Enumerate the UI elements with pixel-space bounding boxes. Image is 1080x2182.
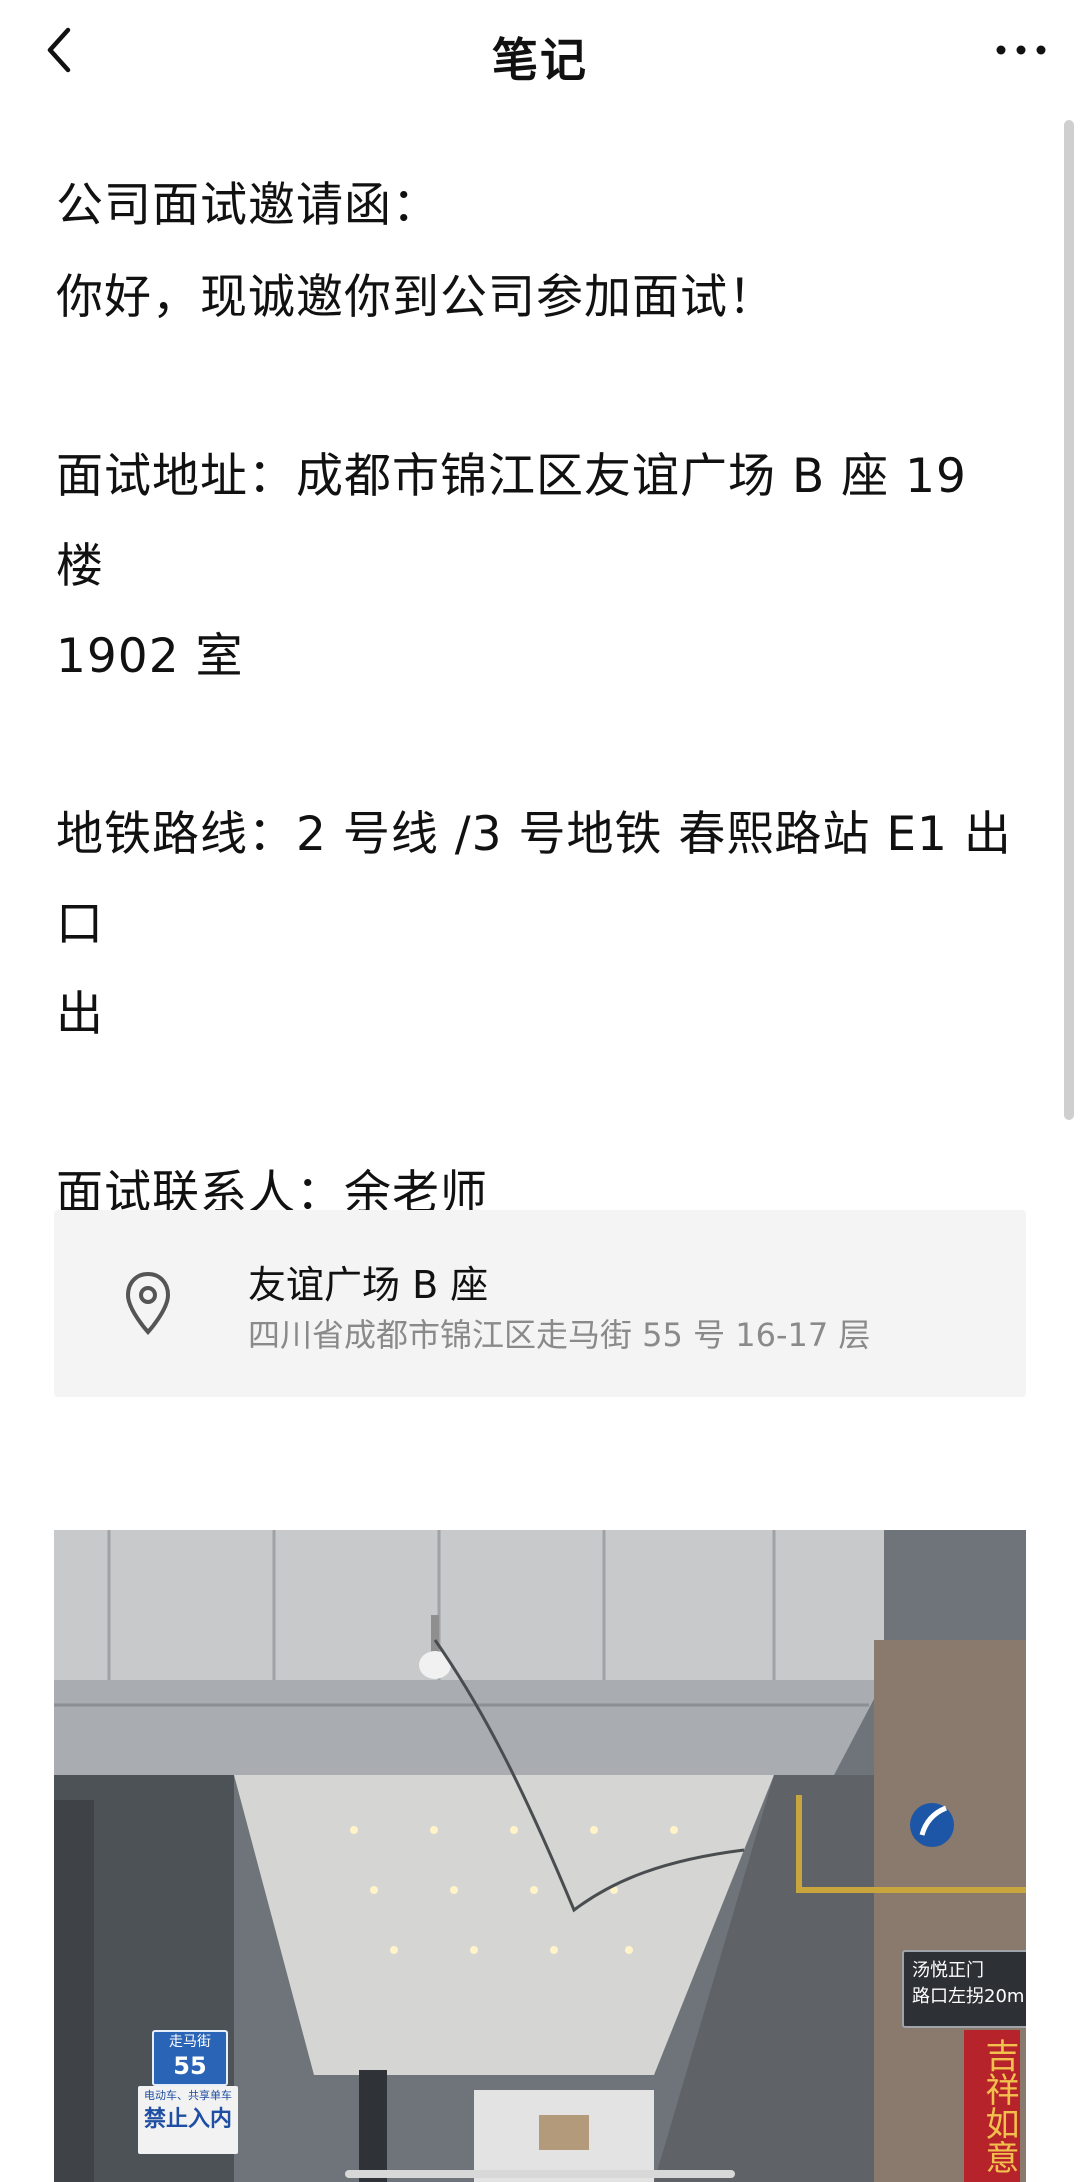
no-entry-title: 禁止入内 [143, 2107, 232, 2132]
page-title: 笔记 [492, 33, 588, 87]
street-name-text: 走马街 [169, 2034, 211, 2050]
no-entry-sign: 电动车、共享单车 禁止入内 [138, 2086, 238, 2154]
direction-sign-line1: 汤悦正门 [912, 1960, 984, 1981]
location-address: 四川省成都市锦江区走马街 55 号 16-17 层 [248, 1316, 871, 1354]
interview-address-room: 1902 室 [56, 629, 244, 684]
metro-route-continued: 出 [56, 987, 104, 1042]
location-card[interactable]: 友谊广场 B 座 四川省成都市锦江区走马街 55 号 16-17 层 [54, 1210, 1026, 1397]
location-name: 友谊广场 B 座 [248, 1263, 489, 1307]
more-button[interactable] [986, 24, 1056, 80]
invite-heading: 公司面试邀请函： [56, 178, 440, 233]
more-horizontal-icon [991, 40, 1051, 64]
interview-address-line: 面试地址：成都市锦江区友谊广场 B 座 19 楼 [56, 449, 967, 594]
top-navigation-bar: 笔记 [0, 0, 1080, 110]
vertical-scrollbar[interactable] [1064, 120, 1074, 1120]
home-indicator[interactable] [345, 2170, 735, 2178]
no-entry-subtitle: 电动车、共享单车 [144, 2089, 232, 2102]
street-number-text: 55 [173, 2052, 207, 2080]
red-banner: 吉祥如意 [964, 2030, 1020, 2182]
location-pin-icon [120, 1268, 176, 1340]
metro-route-line: 地铁路线：2 号线 /3 号地铁 春熙路站 E1 出口 [56, 807, 1012, 952]
building-entrance-photo[interactable]: 走马街 55 电动车、共享单车 禁止入内 汤悦正门 路口左拐20m 吉祥如意 [54, 1530, 1026, 2182]
greeting-line: 你好，现诚邀你到公司参加面试！ [56, 270, 776, 325]
street-number-sign: 走马街 55 [152, 2030, 228, 2086]
note-page: 笔记 公司面试邀请函： 你好，现诚邀你到公司参加面试！ 面试地址：成都市锦江区友… [0, 0, 1080, 2182]
direction-sign-line2: 路口左拐20m [912, 1986, 1025, 2007]
direction-sign: 汤悦正门 路口左拐20m [902, 1950, 1026, 2028]
